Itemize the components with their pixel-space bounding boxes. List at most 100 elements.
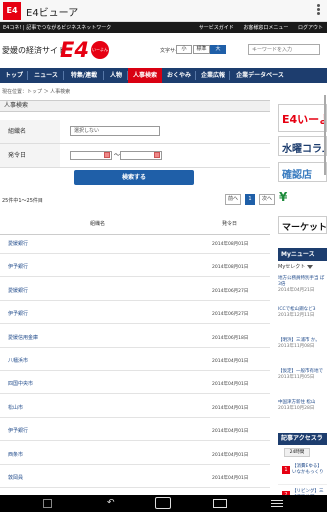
list-item[interactable]: 1 【消費Eゆる】いなかもっくり bbox=[278, 461, 327, 485]
table-row[interactable]: 愛媛信用金庫 2014年06月18日 bbox=[0, 329, 270, 348]
news-text[interactable]: ICCで松山鋼など3 bbox=[278, 307, 315, 312]
font-size-large-button[interactable]: 大 bbox=[210, 45, 226, 54]
row-org-name[interactable]: 松山市 bbox=[8, 399, 23, 418]
news-date: 2013年11月05日 bbox=[278, 375, 315, 380]
company-select[interactable]: 選択しない bbox=[70, 126, 160, 136]
table-row[interactable]: 八幡浜市 2014年04月01日 bbox=[0, 352, 270, 371]
table-row[interactable]: 松山市 2014年04月01日 bbox=[0, 399, 270, 418]
tab-24-hours[interactable]: 24時間 bbox=[284, 448, 310, 457]
row-date: 2014年08月01日 bbox=[212, 265, 249, 271]
table-row[interactable]: 愛媛銀行 2014年06月27日 bbox=[0, 282, 270, 301]
logo-badge: いーよん bbox=[91, 41, 109, 59]
screenshot-icon[interactable] bbox=[43, 499, 52, 508]
list-item[interactable]: 地方公務員特別手当 ぼ3倍 2014年04月21日 bbox=[278, 276, 327, 294]
column-banner[interactable]: 水曜コラム bbox=[278, 136, 327, 156]
table-row[interactable]: 西条市 2014年04月01日 bbox=[0, 446, 270, 465]
row-org-name[interactable]: 伊予銀行 bbox=[8, 305, 28, 324]
page-title: 人事検索 bbox=[0, 100, 270, 112]
table-row[interactable]: 伊予銀行 2014年04月01日 bbox=[0, 422, 270, 442]
money-banner[interactable]: ¥ bbox=[278, 188, 327, 208]
table-row[interactable]: 愛媛銀行 2014年08月01日 bbox=[0, 235, 270, 254]
nav-item-people[interactable]: 人物 bbox=[104, 68, 128, 83]
store-banner[interactable]: 確認店 bbox=[278, 162, 327, 182]
row-org-name[interactable]: 愛媛銀行 bbox=[8, 282, 28, 301]
row-org-name[interactable]: 敦岡員 bbox=[8, 469, 23, 488]
nav-item-news[interactable]: ニュース bbox=[28, 68, 64, 83]
nav-item-personnel-search[interactable]: 人事検索 bbox=[128, 68, 162, 83]
list-item[interactable]: 【仮定】一般市有地で 2013年11月05日 bbox=[278, 369, 327, 381]
nav-item-corporate-pr[interactable]: 企業広報 bbox=[196, 68, 230, 83]
news-text[interactable]: 地方公務員特別手当 ぼ3倍 bbox=[278, 276, 324, 287]
calendar-icon[interactable] bbox=[154, 152, 160, 158]
row-org-name[interactable]: 愛媛銀行 bbox=[8, 235, 28, 254]
row-org-name[interactable]: 伊予銀行 bbox=[8, 422, 28, 441]
ranking-title: 記事アクセスランキング bbox=[278, 433, 327, 454]
my-news-title: Myニュース bbox=[278, 248, 327, 261]
row-org-name[interactable]: 八幡浜市 bbox=[8, 352, 28, 371]
page: E4 E4ビューア E4コネ! | 記事でつながるビジネスネットワーク サービス… bbox=[0, 0, 327, 512]
nav-item-top[interactable]: トップ bbox=[0, 68, 28, 83]
menu-icon[interactable] bbox=[271, 498, 283, 509]
back-icon[interactable]: ↶ bbox=[107, 498, 115, 508]
nav-item-company-database[interactable]: 企業データベース bbox=[230, 68, 290, 83]
next-page-button[interactable]: 次へ bbox=[259, 194, 275, 205]
keyword-search-input[interactable] bbox=[248, 44, 320, 55]
money-bag-icon: ¥ bbox=[279, 190, 288, 204]
news-text[interactable]: 【明浜】三浦市 か。 bbox=[278, 338, 320, 343]
row-date: 2014年04月01日 bbox=[212, 382, 249, 388]
row-org-name[interactable]: 四国中央市 bbox=[8, 375, 33, 394]
service-guide-link[interactable]: サービスガイド bbox=[199, 25, 234, 31]
company-label: 組織名 bbox=[0, 120, 60, 143]
table-row[interactable]: 敦岡員 2014年04月01日 bbox=[0, 469, 270, 488]
top-strip-tagline[interactable]: E4コネ! | 記事でつながるビジネスネットワーク bbox=[3, 24, 111, 31]
news-date: 2013年10月28日 bbox=[278, 406, 315, 411]
scrollbar[interactable] bbox=[324, 95, 326, 175]
system-nav-bar: ↶ bbox=[0, 495, 327, 512]
font-size-standard-button[interactable]: 標準 bbox=[193, 45, 210, 54]
chevron-down-icon bbox=[307, 264, 314, 269]
search-button[interactable]: 検索する bbox=[74, 170, 194, 185]
row-date: 2014年06月18日 bbox=[212, 335, 249, 341]
row-date: 2014年04月01日 bbox=[212, 476, 249, 481]
breadcrumb: 現在位置：トップ ＞ 人事検索 bbox=[2, 89, 71, 95]
calendar-icon[interactable] bbox=[104, 152, 110, 158]
home-icon[interactable] bbox=[155, 497, 171, 509]
list-item[interactable]: 【明浜】三浦市 か。 2013年11月08日 bbox=[278, 338, 327, 350]
row-org-name[interactable]: 愛媛信用金庫 bbox=[8, 329, 38, 348]
site-logo[interactable]: E4 いーよん bbox=[60, 38, 116, 62]
row-org-name[interactable]: 伊予銀行 bbox=[8, 258, 28, 277]
results-count: 25件中1〜25件目 bbox=[2, 198, 43, 204]
news-date: 2013年11月08日 bbox=[278, 344, 315, 349]
rank-text[interactable]: 【消費Eゆる】いなかもっくり bbox=[292, 464, 326, 476]
customer-menu-link[interactable]: お客様窓口メニュー bbox=[243, 25, 288, 31]
recent-apps-icon[interactable] bbox=[213, 499, 227, 508]
list-item[interactable]: ICCで松山鋼など3 2013年12月11日 bbox=[278, 307, 327, 319]
row-date: 2014年04月01日 bbox=[212, 429, 249, 435]
row-org-name[interactable]: 西条市 bbox=[8, 446, 23, 465]
row-date: 2014年04月01日 bbox=[212, 452, 249, 458]
current-page-button[interactable]: 1 bbox=[245, 194, 255, 205]
site-title: 愛媛の経済サイト bbox=[2, 46, 66, 55]
table-row[interactable]: 伊予銀行 2014年06月27日 bbox=[0, 305, 270, 325]
right-sidebar: E4いーよん 水曜コラム 確認店 ¥ マーケット Myニュース Myセレクト 地… bbox=[278, 100, 327, 500]
table-row[interactable]: 四国中央市 2014年04月01日 bbox=[0, 375, 270, 395]
overflow-menu-icon[interactable] bbox=[315, 3, 321, 19]
my-select-dropdown[interactable]: Myセレクト bbox=[278, 263, 314, 270]
logout-link[interactable]: ログアウト bbox=[298, 25, 323, 31]
nav-item-obituaries[interactable]: おくやみ bbox=[162, 68, 196, 83]
table-row[interactable]: 伊予銀行 2014年08月01日 bbox=[0, 258, 270, 278]
news-text[interactable]: 【仮定】一般市有地で bbox=[278, 369, 323, 374]
e4-banner[interactable]: E4いーよん bbox=[278, 104, 327, 132]
font-size-small-button[interactable]: 小 bbox=[176, 45, 192, 54]
market-banner[interactable]: マーケット bbox=[278, 216, 327, 234]
app-logo-icon: E4 bbox=[3, 2, 21, 20]
main-nav: トップ ニュース 特集/連載 人物 人事検索 おくやみ 企業広報 企業データベー… bbox=[0, 68, 327, 83]
list-item[interactable]: 中国津方新住 松山 2013年10月28日 bbox=[278, 400, 327, 412]
news-date: 2014年04月21日 bbox=[278, 288, 315, 293]
prev-page-button[interactable]: 前へ bbox=[225, 194, 241, 205]
column-header-date: 発令日 bbox=[222, 221, 238, 227]
nav-item-features[interactable]: 特集/連載 bbox=[64, 68, 104, 83]
column-header-name: 組織名 bbox=[90, 221, 106, 227]
top-strip: E4コネ! | 記事でつながるビジネスネットワーク サービスガイド お客様窓口メ… bbox=[0, 22, 327, 33]
news-text[interactable]: 中国津方新住 松山 bbox=[278, 400, 315, 405]
